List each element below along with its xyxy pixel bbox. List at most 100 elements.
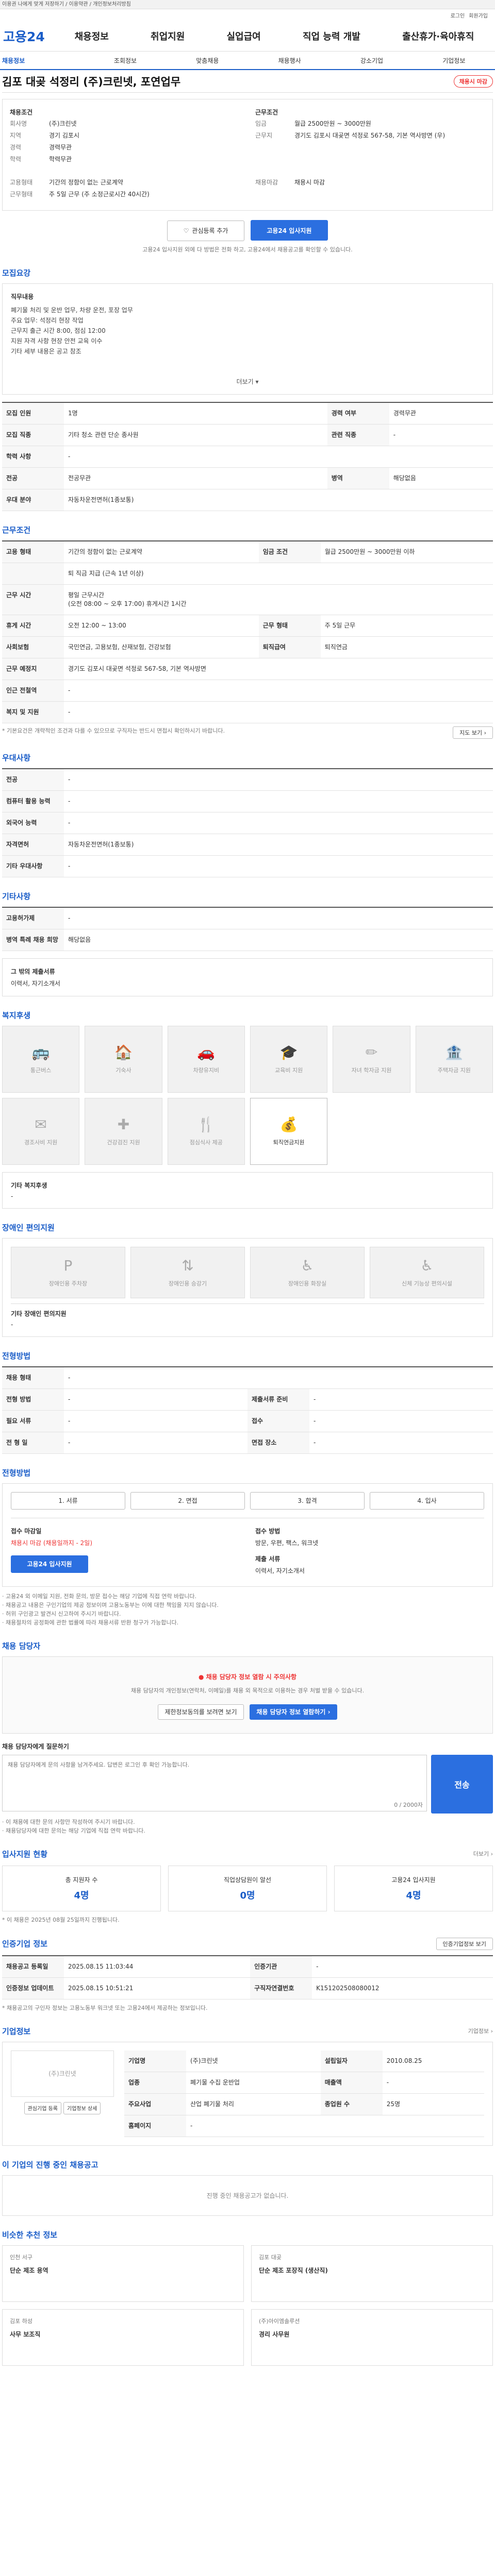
field-value: 해당없음 xyxy=(389,467,493,489)
step-note: · 채용절차의 공정화에 관한 법률에 따라 채용서류 반환 청구가 가능합니다… xyxy=(2,1619,179,1626)
contact-warning-box: ● 채용 담당자 정보 열람 시 주의사항 채용 담당자의 개인정보(연락처, … xyxy=(2,1656,493,1734)
subnav-item[interactable]: 맞춤채용 xyxy=(167,56,249,65)
welfare-icon: ✚ xyxy=(117,1116,130,1133)
stat-label: 총 지원자 수 xyxy=(65,1876,98,1884)
subnav-item[interactable]: 기업정보 xyxy=(413,56,495,65)
process-row: 필요 서류 - 접수 - xyxy=(2,1410,493,1432)
work-row: 퇴 직금 지급 (근속 1년 이상) xyxy=(2,563,493,585)
field-value: - xyxy=(389,424,493,446)
view-contact-button[interactable]: 채용 담당자 정보 열람하기 › xyxy=(250,1704,337,1720)
pref-row: 기타 우대사항 - xyxy=(2,855,493,877)
nav-item[interactable]: 채용정보 xyxy=(75,29,109,43)
field-value: - xyxy=(64,1410,248,1432)
field-label xyxy=(2,563,64,585)
welfare-label: 경조사비 지원 xyxy=(24,1139,58,1146)
stat-value: 0명 xyxy=(240,1890,255,1901)
reco-title: 경리 사무원 xyxy=(259,2330,290,2338)
field-value: 전공무관 xyxy=(64,467,327,489)
apply-button-2[interactable]: 고용24 입사지원 xyxy=(11,1555,88,1573)
welfare-extra-value: - xyxy=(11,1192,13,1200)
field-label: 사회보험 xyxy=(2,636,64,658)
address: 경기도 김포시 대곶면 석정로 567-58, 기본 역사방면 (우) xyxy=(294,132,446,139)
field-value: - xyxy=(64,768,493,791)
subnav-item[interactable]: 채용정보 xyxy=(0,56,84,65)
fav-company-button[interactable]: 관심기업 등록 xyxy=(24,2102,61,2114)
reco-item[interactable]: 김포 하성 사무 보조직 xyxy=(2,2309,244,2366)
reco-item[interactable]: (주)아이엠솔루션 경리 사무원 xyxy=(251,2309,493,2366)
step-notes: · 고용24 외 이메일 지원, 전화 문의, 방문 접수는 해당 기업에 직접… xyxy=(2,1592,493,1627)
stats-more-link[interactable]: 더보기 › xyxy=(473,1850,493,1858)
more-toggle[interactable]: 더보기 ▾ xyxy=(11,377,484,386)
field-value: - xyxy=(64,701,493,723)
welfare-tile: 🚌 통근버스 xyxy=(2,1025,80,1093)
nav-item[interactable]: 직업 능력 개발 xyxy=(303,29,360,43)
work-type: 주 5일 근무 (주 소정근로시간 40시간) xyxy=(49,191,150,198)
job-desc-label: 직무내용 xyxy=(11,293,34,300)
stat-cell: 고용24 입사지원 4명 xyxy=(334,1865,493,1911)
nav-item[interactable]: 취업지원 xyxy=(151,29,185,43)
disability-icon: ♿ xyxy=(301,1257,314,1274)
field-label: 기타 우대사항 xyxy=(2,855,64,877)
reco-item[interactable]: 인천 서구 단순 제조 용역 xyxy=(2,2245,244,2302)
stats-note: * 이 채용은 2025년 08월 25일까지 진행됩니다. xyxy=(2,1916,120,1923)
disability-icon: ⇅ xyxy=(182,1257,194,1274)
field-label: 주요사업 xyxy=(124,2093,186,2115)
subnav-item[interactable]: 강소기업 xyxy=(331,56,412,65)
company-name[interactable]: (주)크린넷 xyxy=(49,120,77,128)
info-row: 인증정보 업데이트 2025.08.15 10:51:21 구직자연결번호 K1512… xyxy=(2,1977,493,1999)
nav-item[interactable]: 출산휴가·육아휴직 xyxy=(402,29,474,43)
field-value: 1명 xyxy=(64,402,327,425)
global-nav: 채용정보 취업지원 실업급여 직업 능력 개발 출산휴가·육아휴직 xyxy=(54,29,495,43)
apply-button[interactable]: 고용24 입사지원 xyxy=(250,220,328,241)
warn-title: 채용 담당자 정보 열람 시 주의사항 xyxy=(206,1673,297,1681)
step-item: 2. 면접 xyxy=(130,1492,245,1510)
subnav-item[interactable]: 채용행사 xyxy=(249,56,331,65)
field-label: 인근 전철역 xyxy=(2,680,64,702)
field-label: 병역 특례 채용 희망 xyxy=(2,929,64,951)
map-button[interactable]: 지도 보기 › xyxy=(453,726,493,739)
process-row: 채용 형태 - xyxy=(2,1366,493,1389)
field-label: 채용 형태 xyxy=(2,1366,64,1389)
subnav-item[interactable]: 조회정보 xyxy=(84,56,166,65)
job-summary-card: 채용조건 회사명 (주)크린넷 지역 경기 김포시 경력 경력무관 학력 학력무관 근무… xyxy=(2,99,493,211)
question-note: · 채용담당자에 대한 문의는 해당 기업에 직접 연락 바랍니다. xyxy=(2,1827,145,1834)
field-value: - xyxy=(382,2072,484,2094)
welfare-label: 기숙사 xyxy=(116,1067,131,1074)
field-label: 회사명 xyxy=(10,120,27,127)
header: 고용24 채용정보 취업지원 실업급여 직업 능력 개발 출산휴가·육아휴직 xyxy=(0,21,495,52)
signup-link[interactable]: 회원가입 xyxy=(469,11,488,19)
field-value: 기간의 정함이 없는 근로계약 xyxy=(64,540,259,563)
site-logo[interactable]: 고용24 xyxy=(2,27,54,45)
field-label: 채용마감 xyxy=(255,179,278,186)
pref-row: 컴퓨터 활용 능력 - xyxy=(2,790,493,812)
company-more-link[interactable]: 기업정보 › xyxy=(468,2027,493,2036)
welfare-icon: 🚗 xyxy=(197,1044,216,1061)
warn-text: 채용 담당자의 개인정보(연락처, 이메일)를 채용 외 목적으로 이용하는 경… xyxy=(130,1687,365,1694)
consent-button[interactable]: 제한정보동의를 보려면 보기 xyxy=(158,1704,244,1720)
same-empty: 진행 중인 채용공고가 없습니다. xyxy=(2,2175,493,2216)
field-label: 홈페이지 xyxy=(124,2115,186,2137)
save-button[interactable]: ♡ 관심등록 추가 xyxy=(167,220,245,241)
disability-label: 장애인용 화장실 xyxy=(288,1280,327,1287)
work-table: 고용 형태 기간의 정함이 없는 근로계약 임금 조건 월급 2500만원 ~ 300… xyxy=(2,540,493,723)
info-button[interactable]: 인증기업정보 보기 xyxy=(436,1937,493,1950)
utility-bar: 로그인 회원가입 xyxy=(0,9,495,21)
login-link[interactable]: 로그인 xyxy=(451,11,465,19)
field-value: - xyxy=(64,907,493,929)
stat-cell: 총 지원자 수 4명 xyxy=(2,1865,161,1911)
welfare-icon: ✏ xyxy=(365,1044,378,1061)
disability-tile: P 장애인용 주차장 xyxy=(11,1246,125,1298)
field-label: 임금 조건 xyxy=(258,540,321,563)
section-label: 채용조건 xyxy=(10,109,33,116)
job-title-row: 김포 대곶 석정리 (주)크린넷, 포연업무 채용시 마감 xyxy=(2,70,493,93)
company-detail-button[interactable]: 기업정보 상세 xyxy=(63,2102,101,2114)
send-button[interactable]: 전송 xyxy=(431,1754,493,1814)
field-label: 전 형 일 xyxy=(2,1432,64,1454)
way-value: 방문, 우편, 팩스, 워크넷 xyxy=(255,1539,319,1547)
etc-row: 병역 특례 채용 희망 해당없음 xyxy=(2,929,493,951)
reco-item[interactable]: 김포 대곶 단순 제조 포장직 (생산직) xyxy=(251,2245,493,2302)
field-value: 국민연금, 고용보험, 산재보험, 건강보험 xyxy=(64,636,259,658)
nav-item[interactable]: 실업급여 xyxy=(227,29,261,43)
question-note: · 이 채용에 대한 문의 사항만 작성하여 주시기 바랍니다. xyxy=(2,1818,135,1825)
question-input[interactable] xyxy=(2,1754,427,1811)
